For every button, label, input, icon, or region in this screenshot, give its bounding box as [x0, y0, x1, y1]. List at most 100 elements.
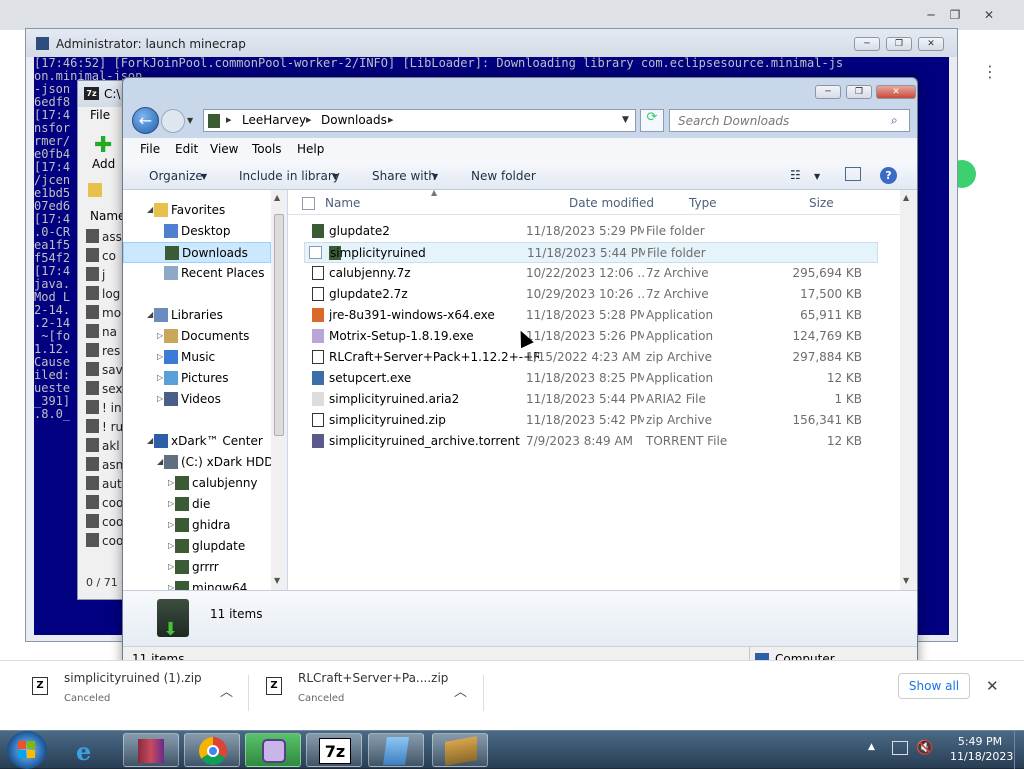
preview-pane-icon[interactable] [845, 167, 861, 181]
menu-edit[interactable]: Edit [175, 142, 198, 156]
include-in-library-button[interactable]: Include in library [239, 169, 340, 183]
close-icon[interactable]: ✕ [986, 677, 999, 695]
file-list-scrollbar[interactable]: ▲ ▼ [900, 190, 917, 590]
file-row[interactable]: simplicityruined_archive.torrent 7/9/2023… [288, 431, 900, 452]
file-row[interactable]: RLCraft+Server+Pack+1.12.2+-+Relea...1/1… [288, 347, 900, 368]
show-hidden-icons-icon[interactable]: ▲ [868, 742, 875, 752]
up-folder-icon[interactable] [88, 183, 102, 197]
file-row[interactable]: calubjenny.7z 10/22/2023 12:06 ... 7z Arch… [288, 263, 900, 284]
download-item[interactable]: Z RLCraft+Server+Pa....zip Canceled ︿ [258, 669, 478, 717]
select-all-checkbox[interactable] [302, 197, 315, 210]
chrome-taskbar-button[interactable] [184, 733, 240, 767]
sevenzip-add-label[interactable]: Add [92, 157, 115, 171]
explorer-taskbar-button[interactable] [432, 733, 488, 767]
menu-help[interactable]: Help [297, 142, 324, 156]
sevenzip-name-header[interactable]: Name [90, 209, 125, 223]
network-icon[interactable] [892, 741, 908, 755]
browser-close-button[interactable]: ✕ [980, 8, 998, 22]
collapsed-arrow-icon[interactable]: ▷ [168, 478, 174, 487]
collapsed-arrow-icon[interactable]: ▷ [157, 331, 163, 340]
nav-folder-grrrr[interactable]: ▷ grrrr [123, 557, 271, 578]
expanded-arrow-icon[interactable]: ◢ [157, 457, 163, 466]
collapsed-arrow-icon[interactable]: ▷ [157, 373, 163, 382]
notepad-taskbar-button[interactable] [368, 733, 424, 767]
explorer-minimize-button[interactable]: ─ [815, 85, 841, 99]
add-icon[interactable]: ✚ [94, 133, 112, 158]
volume-muted-icon[interactable]: 🔇 [916, 740, 933, 756]
sevenzip-taskbar-button[interactable]: 7z [306, 733, 362, 767]
nav-item-downloads[interactable]: Downloads [123, 242, 271, 263]
search-icon[interactable]: ⌕ [891, 113, 898, 128]
console-maximize-button[interactable]: ❐ [886, 37, 912, 51]
three-dots-icon[interactable]: ⋮ [982, 62, 998, 81]
nav-item-desktop[interactable]: Desktop [123, 221, 271, 242]
system-clock[interactable]: 5:49 PM 11/18/2023 [950, 734, 1013, 764]
new-folder-button[interactable]: New folder [471, 169, 536, 183]
menu-view[interactable]: View [210, 142, 238, 156]
start-button[interactable] [7, 731, 47, 769]
winrar-taskbar-button[interactable] [123, 733, 179, 767]
nav-item-music[interactable]: ▷ Music [123, 347, 271, 368]
internet-explorer-taskbar-button[interactable]: e [62, 733, 118, 767]
search-input[interactable]: Search Downloads [669, 109, 910, 132]
breadcrumb-downloads[interactable]: Downloads [321, 113, 387, 127]
column-size[interactable]: Size [809, 196, 834, 210]
column-date-modified[interactable]: Date modified [569, 196, 654, 210]
row-checkbox[interactable] [309, 246, 322, 259]
forward-arrow-icon[interactable] [161, 109, 185, 133]
nav-folder-calubjenny[interactable]: ▷ calubjenny [123, 473, 271, 494]
console-close-button[interactable]: ✕ [918, 37, 944, 51]
chevron-up-icon[interactable]: ︿ [220, 681, 233, 700]
show-desktop-button[interactable] [1014, 731, 1024, 769]
nav-folder-glupdate[interactable]: ▷ glupdate [123, 536, 271, 557]
column-type[interactable]: Type [689, 196, 717, 210]
address-dropdown-icon[interactable]: ▼ [622, 115, 629, 125]
expanded-arrow-icon[interactable]: ◢ [147, 436, 153, 445]
view-options-icon[interactable]: ☷ [790, 168, 801, 182]
collapsed-arrow-icon[interactable]: ▷ [157, 352, 163, 361]
refresh-icon[interactable]: ⟳ [640, 109, 664, 132]
file-row[interactable]: simplicityruined.zip 11/18/2023 5:42 PM zi… [288, 410, 900, 431]
nav-item-videos[interactable]: ▷ Videos [123, 389, 271, 410]
browser-restore-button[interactable]: ❐ [946, 8, 964, 22]
explorer-maximize-button[interactable]: ❐ [846, 85, 872, 99]
file-row[interactable]: jre-8u391-windows-x64.exe 11/18/2023 5:28… [288, 305, 900, 326]
console-minimize-button[interactable]: ─ [854, 37, 880, 51]
expanded-arrow-icon[interactable]: ◢ [147, 310, 153, 319]
navigation-scrollbar-thumb[interactable] [274, 214, 284, 436]
address-bar[interactable]: ▸ LeeHarvey ▸ Downloads ▸ ▼ [203, 109, 636, 132]
column-name[interactable]: Name [325, 196, 360, 210]
nav-libraries[interactable]: ◢ Libraries [123, 305, 271, 326]
chevron-down-icon[interactable]: ▼ [814, 172, 820, 181]
nav-favorites[interactable]: ◢ Favorites [123, 200, 271, 221]
back-arrow-icon[interactable]: ← [132, 107, 159, 134]
browser-minimize-button[interactable]: ─ [922, 8, 940, 22]
file-row[interactable]: Motrix-Setup-1.8.19.exe 11/18/2023 5:26 P… [288, 326, 900, 347]
show-all-button[interactable]: Show all [898, 673, 970, 699]
nav-xdark-center[interactable]: ◢ xDark™ Center [123, 431, 271, 452]
sevenzip-menu-file[interactable]: File [90, 108, 110, 122]
expanded-arrow-icon[interactable]: ◢ [147, 205, 153, 214]
nav-drive-c[interactable]: ◢ (C:) xDark HDD [123, 452, 274, 473]
nav-folder-ghidra[interactable]: ▷ ghidra [123, 515, 271, 536]
navigation-scrollbar[interactable]: ▲ ▼ [271, 190, 287, 590]
recent-pages-chevron-icon[interactable]: ▼ [187, 116, 193, 125]
chevron-up-icon[interactable]: ︿ [454, 681, 467, 700]
breadcrumb-leeharvey[interactable]: LeeHarvey [242, 113, 306, 127]
collapsed-arrow-icon[interactable]: ▷ [168, 499, 174, 508]
menu-file[interactable]: File [140, 142, 160, 156]
collapsed-arrow-icon[interactable]: ▷ [157, 394, 163, 403]
collapsed-arrow-icon[interactable]: ▷ [168, 562, 174, 571]
menu-tools[interactable]: Tools [252, 142, 282, 156]
collapsed-arrow-icon[interactable]: ▷ [168, 520, 174, 529]
file-row[interactable]: glupdate2.7z 10/29/2023 10:26 ... 7z Archi… [288, 284, 900, 305]
nav-item-pictures[interactable]: ▷ Pictures [123, 368, 271, 389]
file-row[interactable]: setupcert.exe 11/18/2023 8:25 PM Applicati… [288, 368, 900, 389]
collapsed-arrow-icon[interactable]: ▷ [168, 541, 174, 550]
help-icon[interactable]: ? [880, 167, 897, 184]
share-with-button[interactable]: Share with [372, 169, 436, 183]
file-row[interactable]: simplicityruined.aria2 11/18/2023 5:44 PM… [288, 389, 900, 410]
motrix-taskbar-button[interactable] [245, 733, 301, 767]
organize-button[interactable]: Organize [149, 169, 203, 183]
download-item[interactable]: Z simplicityruined (1).zip Canceled ︿ [24, 669, 244, 717]
